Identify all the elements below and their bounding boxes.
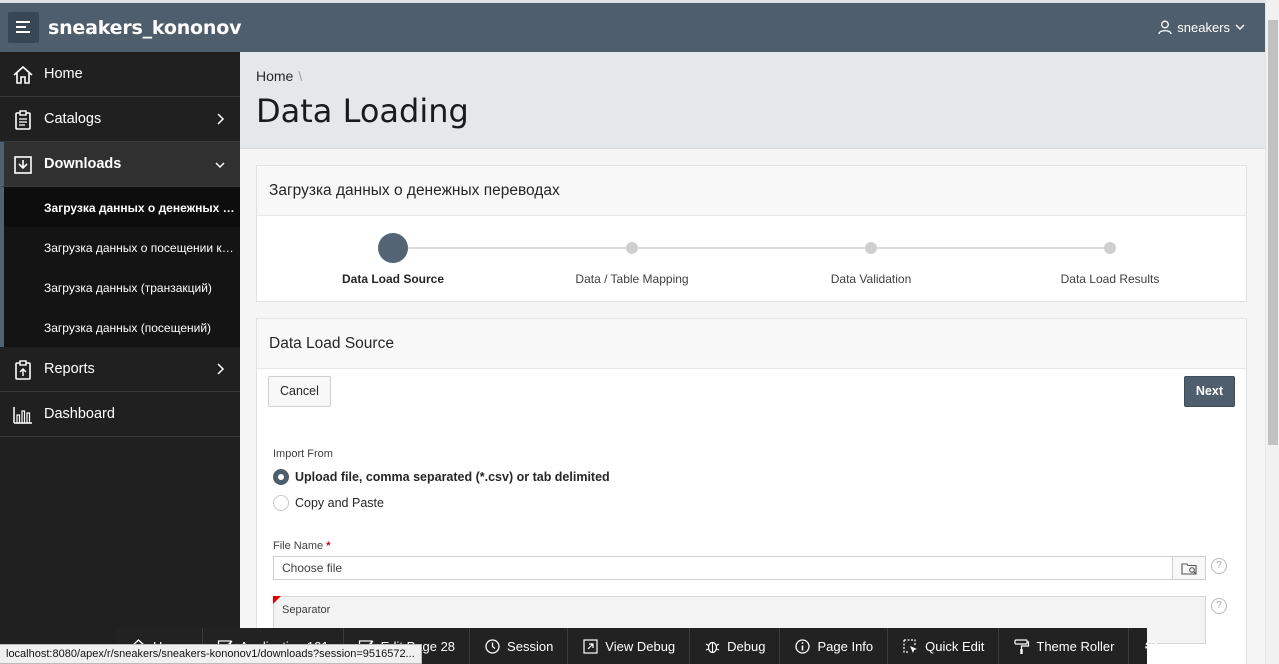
sidebar-item-label: Catalogs (44, 111, 102, 127)
user-menu[interactable]: sneakers (1158, 20, 1245, 35)
page-title: Data Loading (256, 92, 469, 130)
menu-icon (16, 21, 30, 23)
user-name: sneakers (1177, 20, 1230, 35)
dev-debug-button[interactable]: Debug (690, 628, 781, 664)
dev-item-label: Theme Roller (1036, 638, 1115, 654)
page-scrollbar[interactable] (1265, 0, 1279, 664)
region-title: Data Load Source (257, 319, 1246, 369)
session-icon (485, 638, 500, 654)
sidebar-subitem-label: Загрузка данных (посещений) (44, 321, 212, 335)
wizard-step-current-marker (378, 233, 408, 263)
page-header: Home \ Data Loading (240, 52, 1265, 149)
dev-quick-edit-button[interactable]: Quick Edit (888, 628, 1000, 664)
sidebar-subitem-label: Загрузка данных о посещении клиентов (44, 241, 236, 255)
sidebar-item-label: Dashboard (44, 406, 115, 422)
menu-toggle-button[interactable] (8, 12, 39, 43)
browse-button[interactable] (1173, 556, 1206, 580)
radio-copy-paste[interactable] (273, 495, 289, 511)
sidebar-subitem-visits[interactable]: Загрузка данных (посещений) (0, 307, 240, 347)
sidebar: Home Catalogs Downloads Загрузка данных … (0, 52, 240, 664)
clipboard-icon (15, 110, 31, 130)
radio-upload-file-label[interactable]: Upload file, comma separated (*.csv) or … (295, 470, 610, 484)
required-mark: * (326, 540, 331, 552)
wizard-progress: Data Load Source Data / Table Mapping Da… (257, 216, 1246, 302)
sidebar-subitem-transactions[interactable]: Загрузка данных (транзакций) (0, 267, 240, 307)
user-icon (1158, 20, 1172, 35)
wizard-step-marker (1104, 242, 1116, 254)
wizard-step-label: Data / Table Mapping (575, 272, 689, 286)
breadcrumb-home[interactable]: Home (256, 68, 293, 84)
file-name-input[interactable]: Choose file (273, 556, 1173, 580)
dev-item-label: Debug (727, 638, 766, 654)
sidebar-subitem-money-transfers[interactable]: Загрузка данных о денежных переводах (0, 187, 240, 227)
sidebar-subitem-client-visits[interactable]: Загрузка данных о посещении клиентов (0, 227, 240, 267)
file-name-help-icon[interactable]: ? (1211, 558, 1227, 574)
main-content: Home \ Data Loading Загрузка данных о ден… (240, 52, 1265, 664)
sidebar-item-dashboard[interactable]: Dashboard (0, 392, 240, 437)
dev-page-info-button[interactable]: Page Info (780, 628, 889, 664)
sidebar-subitem-label: Загрузка данных (транзакций) (44, 281, 212, 295)
separator-label: Separator (282, 604, 331, 616)
bug-icon (705, 641, 720, 653)
breadcrumb-separator: \ (298, 68, 303, 84)
top-header: sneakers_kononov sneakers (0, 0, 1265, 52)
sidebar-item-home[interactable]: Home (0, 52, 240, 97)
sidebar-item-label: Home (44, 66, 83, 82)
radio-upload-file[interactable] (273, 469, 289, 485)
sidebar-item-label: Downloads (44, 156, 122, 172)
dev-view-debug-button[interactable]: View Debug (568, 628, 691, 664)
wizard-line (393, 247, 1111, 249)
folder-search-icon (1181, 563, 1197, 575)
wizard-step-label: Data Load Results (1060, 272, 1160, 286)
wizard-title: Загрузка данных о денежных переводах (257, 166, 1246, 216)
dev-theme-roller-button[interactable]: Theme Roller (999, 628, 1130, 664)
quick-edit-icon (903, 638, 918, 653)
chevron-down-icon (1235, 24, 1245, 31)
dev-item-label: Session (507, 638, 554, 654)
info-icon (795, 638, 811, 654)
chevron-right-icon (217, 363, 225, 375)
dev-item-label: View Debug (605, 638, 676, 654)
import-from-label: Import From (273, 448, 333, 460)
wizard-step-marker (626, 242, 638, 254)
file-name-label: File Name * (273, 540, 330, 552)
chevron-down-icon (215, 162, 225, 169)
dev-session-button[interactable]: Session (470, 628, 569, 664)
sidebar-item-reports[interactable]: Reports (0, 347, 240, 392)
separator-help-icon[interactable]: ? (1211, 598, 1227, 614)
sidebar-item-downloads[interactable]: Downloads (0, 142, 240, 187)
paint-roller-icon (1014, 638, 1030, 654)
browser-status-url: localhost:8080/apex/r/sneakers/sneakers-… (0, 644, 422, 664)
menu-icon-line (16, 31, 30, 33)
breadcrumb: Home \ (256, 68, 302, 84)
data-load-source-region: Data Load Source Cancel Next Import From… (256, 318, 1247, 664)
clipboard-upload-icon (15, 360, 31, 380)
scrollbar-thumb[interactable] (1268, 20, 1278, 445)
dev-settings-button[interactable] (1129, 628, 1174, 664)
download-icon (14, 156, 32, 174)
required-indicator (273, 596, 281, 604)
menu-icon-line (16, 26, 26, 28)
next-button[interactable]: Next (1183, 376, 1235, 407)
bar-chart-icon (13, 407, 32, 424)
sidebar-item-label: Reports (44, 361, 95, 377)
wizard-step-marker (865, 242, 877, 254)
home-icon (13, 65, 33, 84)
sidebar-subitem-label: Загрузка данных о денежных переводах (44, 201, 236, 215)
wizard-region: Загрузка данных о денежных переводах Dat… (256, 165, 1247, 302)
wizard-step-label: Data Load Source (341, 272, 445, 286)
cancel-button[interactable]: Cancel (268, 376, 331, 407)
sidebar-item-catalogs[interactable]: Catalogs (0, 97, 240, 142)
view-debug-icon (583, 638, 598, 654)
file-name-label-text: File Name (273, 540, 324, 552)
wizard-step-label: Data Validation (830, 272, 912, 286)
gear-icon (1145, 639, 1159, 653)
radio-copy-paste-label[interactable]: Copy and Paste (295, 496, 384, 510)
app-title[interactable]: sneakers_kononov (48, 17, 241, 39)
dev-item-label: Page Info (817, 638, 874, 654)
chevron-right-icon (217, 113, 225, 125)
dev-item-label: Quick Edit (925, 638, 985, 654)
